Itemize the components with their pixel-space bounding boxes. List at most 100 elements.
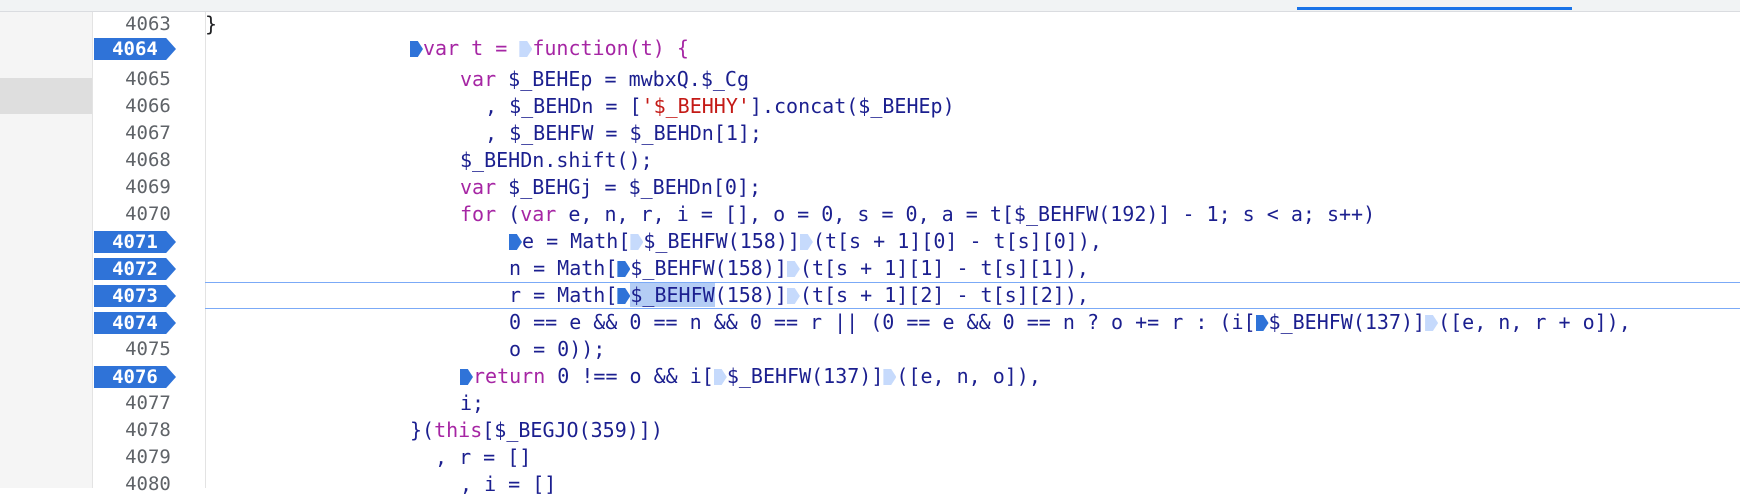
- code-token: (t[s + 1][1] - t[s][1]),: [799, 256, 1089, 280]
- code-line: 4067 , $_BEHFW = $_BEHDn[1];: [0, 120, 1740, 147]
- code-line: 4071 e = Math[ $_BEHFW(158)] (t[s + 1][0] …: [0, 228, 1740, 255]
- code-line: 4074 0 == e && 0 == n && 0 == r || (0 ==…: [0, 309, 1740, 336]
- line-number[interactable]: 4077: [92, 390, 204, 417]
- code-token: , $_BEHDn = [: [485, 94, 642, 118]
- code-token: ([e, n, o]),: [896, 364, 1041, 388]
- code-text[interactable]: , i = []: [460, 471, 556, 498]
- code-line: 4069 var $_BEHGj = $_BEHDn[0];: [0, 174, 1740, 201]
- code-token: $_BEHFW(158)]: [643, 229, 800, 253]
- code-token: (158)]: [714, 283, 787, 307]
- inline-breakpoint-icon[interactable]: [519, 41, 533, 57]
- line-number[interactable]: 4065: [92, 66, 204, 93]
- line-number[interactable]: 4068: [92, 147, 204, 174]
- code-token: ].concat($_BEHEp): [749, 94, 955, 118]
- breakpoint-marker[interactable]: 4074: [94, 312, 176, 334]
- code-text[interactable]: for (var e, n, r, i = [], o = 0, s = 0, …: [460, 201, 1375, 228]
- code-text[interactable]: var $_BEHEp = mwbxQ.$_Cg: [460, 66, 749, 93]
- code-text[interactable]: e = Math[ $_BEHFW(158)] (t[s + 1][0] - t[s…: [509, 228, 1102, 255]
- breakpoint-marker[interactable]: 4076: [94, 366, 176, 388]
- code-token: $_BEHFW(137)]: [726, 364, 884, 388]
- inline-breakpoint-icon[interactable]: [617, 288, 631, 304]
- breakpoint-marker[interactable]: 4073: [94, 285, 176, 307]
- code-text[interactable]: o = 0));: [509, 336, 605, 363]
- inline-breakpoint-icon[interactable]: [460, 369, 473, 385]
- code-line: 4079 , r = []: [0, 444, 1740, 471]
- code-line: 4070 for (var e, n, r, i = [], o = 0, s …: [0, 201, 1740, 228]
- inline-breakpoint-icon[interactable]: [786, 288, 800, 304]
- code-token: }: [205, 12, 218, 36]
- code-token: (t[s + 1][0] - t[s][0]),: [812, 229, 1102, 253]
- code-text[interactable]: return 0 !== o && i[$_BEHFW(137)] ([e, n,…: [460, 363, 1041, 390]
- code-text[interactable]: $_BEHDn.shift();: [460, 147, 653, 174]
- code-text[interactable]: , r = []: [435, 444, 531, 471]
- inline-breakpoint-icon[interactable]: [410, 41, 423, 57]
- inline-breakpoint-icon[interactable]: [509, 234, 522, 250]
- inline-breakpoint-icon[interactable]: [713, 369, 727, 385]
- line-number[interactable]: 4075: [92, 336, 204, 363]
- code-token: , r = []: [435, 445, 532, 469]
- selected-text[interactable]: $_BEHFW: [630, 283, 715, 307]
- inline-breakpoint-icon[interactable]: [786, 261, 800, 277]
- code-token: var: [460, 175, 497, 199]
- code-token: for: [460, 202, 497, 226]
- code-text[interactable]: i;: [460, 390, 484, 417]
- code-text[interactable]: var t = function(t) {: [410, 35, 689, 62]
- code-token: o = 0));: [509, 337, 606, 361]
- code-line: 4075 o = 0));: [0, 336, 1740, 363]
- code-token: $_BEHEp = mwbxQ.$_Cg: [496, 67, 749, 91]
- code-token: , i = []: [460, 472, 557, 496]
- breakpoint-marker[interactable]: 4071: [94, 231, 176, 253]
- line-number[interactable]: 4080: [92, 471, 204, 498]
- breakpoint-marker[interactable]: 4072: [94, 258, 176, 280]
- breakpoint-marker[interactable]: 4064: [94, 38, 176, 60]
- inline-breakpoint-icon[interactable]: [1425, 315, 1439, 331]
- code-line: 4073 r = Math[$_BEHFW(158)] (t[s + 1][2] …: [0, 282, 1740, 309]
- line-number[interactable]: 4079: [92, 444, 204, 471]
- code-token: n = Math[: [509, 256, 618, 280]
- code-line: 4064 var t = function(t) {: [0, 35, 1740, 62]
- line-number[interactable]: 4070: [92, 201, 204, 228]
- code-text[interactable]: n = Math[ $_BEHFW(158)] (t[s + 1][1] - t[s…: [509, 255, 1089, 282]
- code-token: '$_BEHHY': [641, 94, 750, 118]
- line-number[interactable]: 4066: [92, 93, 204, 120]
- code-token: e = Math[: [522, 229, 631, 253]
- horizontal-scroll-thumb[interactable]: [1297, 7, 1572, 10]
- code-token: $_BEHGj = $_BEHDn[0];: [496, 175, 762, 199]
- code-token: 0 == e && 0 == n && 0 == r || (0 == e &&…: [509, 310, 1256, 334]
- inline-breakpoint-icon[interactable]: [630, 234, 644, 250]
- code-token: var: [460, 67, 497, 91]
- code-token: $_BEHFW(137)]: [1268, 310, 1426, 334]
- code-token: $_BEHFW(158)]: [630, 256, 787, 280]
- code-token: this: [434, 418, 483, 442]
- code-text[interactable]: var $_BEHGj = $_BEHDn[0];: [460, 174, 761, 201]
- code-line: 4076 return 0 !== o && i[$_BEHFW(137)] ([…: [0, 363, 1740, 390]
- code-line: 4065 var $_BEHEp = mwbxQ.$_Cg: [0, 66, 1740, 93]
- code-line: 4066 , $_BEHDn = ['$_BEHHY'].concat($_BE…: [0, 93, 1740, 120]
- code-text[interactable]: r = Math[$_BEHFW(158)] (t[s + 1][2] - t[s…: [509, 282, 1089, 309]
- inline-breakpoint-icon[interactable]: [617, 261, 631, 277]
- code-text[interactable]: }(this[$_BEGJO(359)]): [410, 417, 663, 444]
- code-token: , $_BEHFW = $_BEHDn[1];: [485, 121, 762, 145]
- code-text[interactable]: , $_BEHDn = ['$_BEHHY'].concat($_BEHEp): [485, 93, 955, 120]
- code-token: e, n, r, i = [], o = 0, s = 0, a = t[$_B…: [556, 202, 1376, 226]
- code-line: 4063 }: [0, 11, 1740, 38]
- code-token: return: [473, 364, 546, 388]
- line-number[interactable]: 4069: [92, 174, 204, 201]
- inline-breakpoint-icon[interactable]: [799, 234, 813, 250]
- code-text[interactable]: , $_BEHFW = $_BEHDn[1];: [485, 120, 762, 147]
- code-text[interactable]: 0 == e && 0 == n && 0 == r || (0 == e &&…: [509, 309, 1631, 336]
- code-token: [$_BEGJO(359)]): [482, 418, 663, 442]
- inline-breakpoint-icon[interactable]: [1255, 315, 1269, 331]
- code-token: var: [520, 202, 557, 226]
- line-number[interactable]: 4078: [92, 417, 204, 444]
- code-line: 4068 $_BEHDn.shift();: [0, 147, 1740, 174]
- code-line: 4077 i;: [0, 390, 1740, 417]
- code-line: 4072 n = Math[ $_BEHFW(158)] (t[s + 1][1] …: [0, 255, 1740, 282]
- code-token: }(: [410, 418, 435, 442]
- line-number[interactable]: 4067: [92, 120, 204, 147]
- code-token: var t =: [423, 36, 520, 60]
- code-text[interactable]: }: [0, 11, 217, 38]
- code-token: ([e, n, r + o]),: [1438, 310, 1631, 334]
- inline-breakpoint-icon[interactable]: [883, 369, 897, 385]
- code-token: r = Math[: [509, 283, 618, 307]
